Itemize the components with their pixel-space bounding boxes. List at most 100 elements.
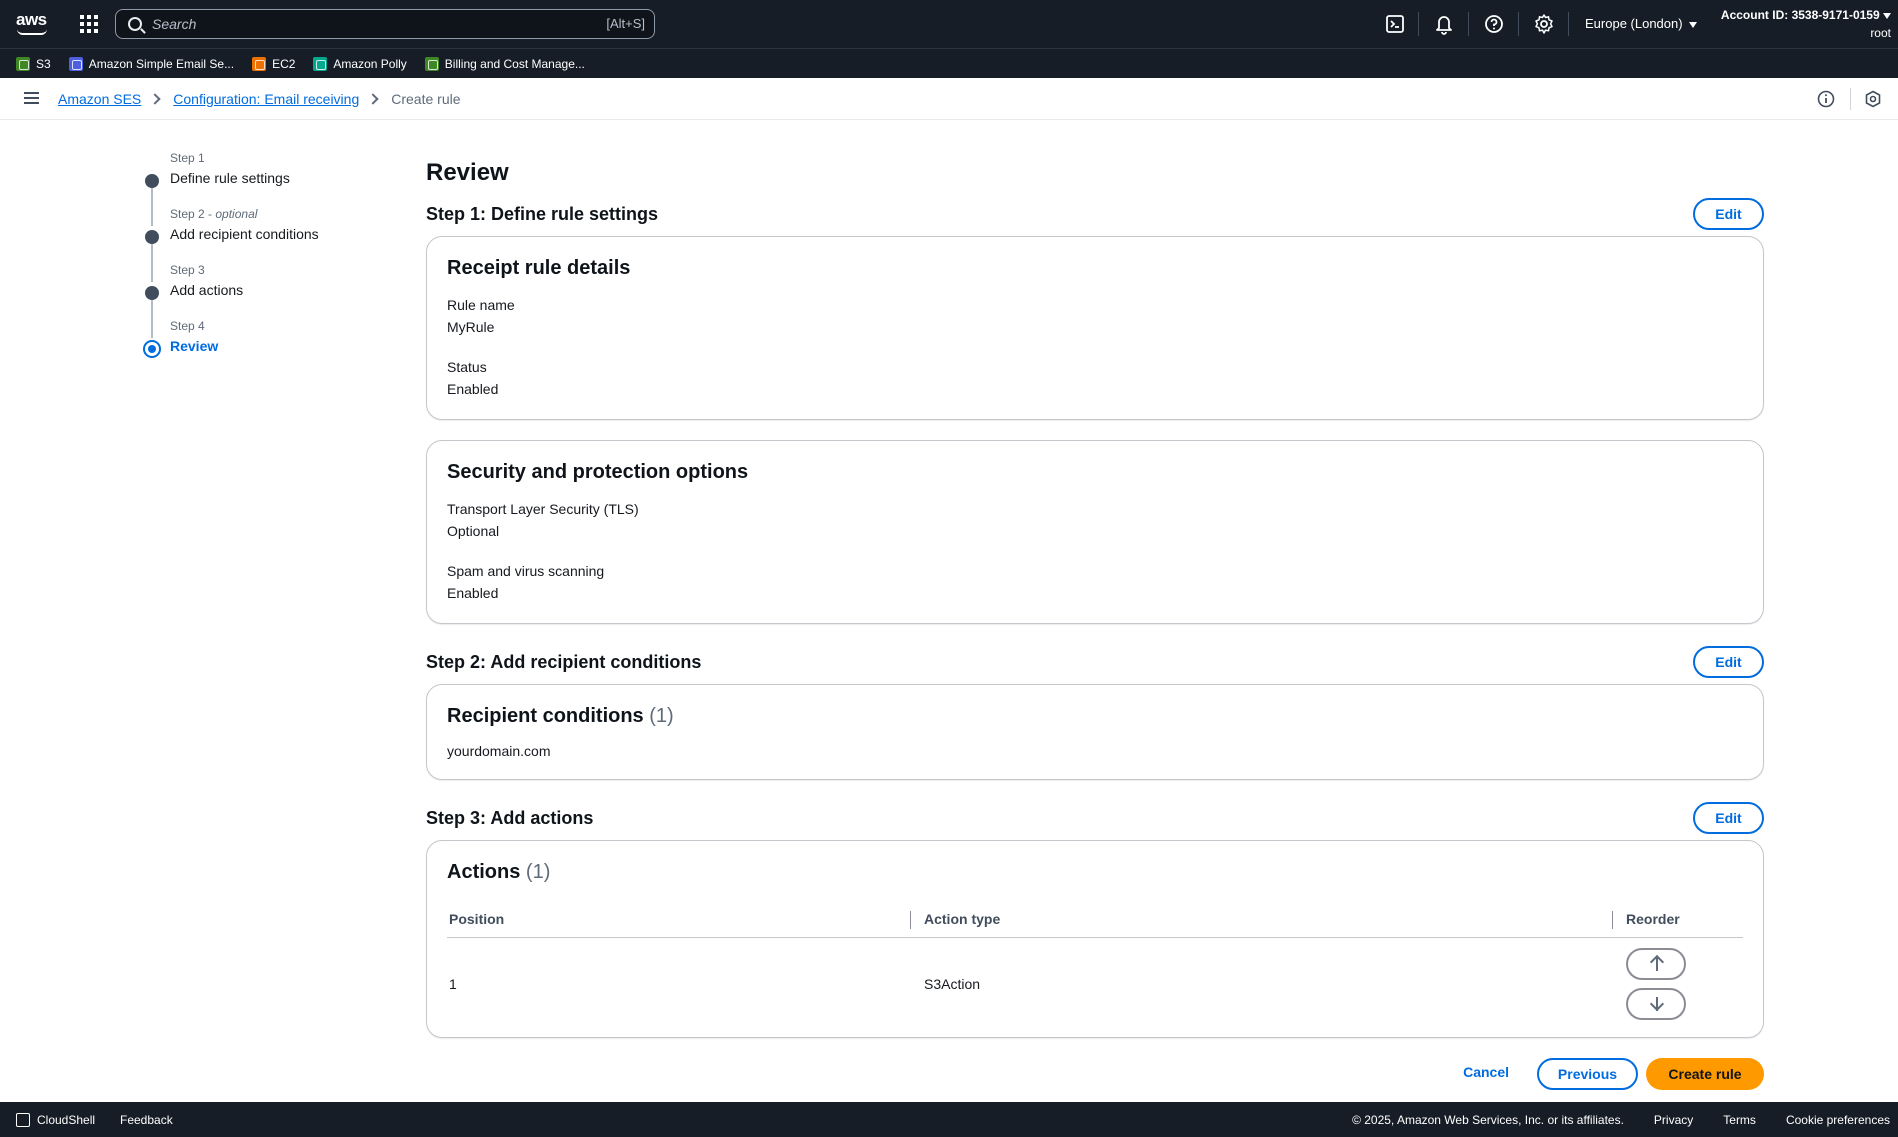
- step-title: Define rule settings: [170, 170, 290, 186]
- account-id: Account ID: 3538-9171-0159: [1720, 8, 1880, 22]
- actions-card: Actions (1) Position Action type Reorder…: [426, 840, 1764, 1038]
- table-row: 1 S3Action: [447, 937, 1743, 1031]
- arrow-down-icon: [1649, 995, 1665, 1013]
- field-value: Enabled: [447, 381, 499, 397]
- field-value: Optional: [447, 523, 500, 539]
- top-navigation: aws [Alt+S] Europe (London) Account ID: …: [0, 0, 1898, 48]
- cell-reorder: [1624, 937, 1743, 1031]
- edit-step-2-button[interactable]: Edit: [1693, 646, 1764, 678]
- help-icon[interactable]: [1482, 12, 1506, 36]
- column-header-reorder: Reorder: [1612, 901, 1743, 938]
- breadcrumb: Amazon SES Configuration: Email receivin…: [58, 91, 461, 107]
- cell-position: 1: [449, 976, 457, 993]
- column-divider: [910, 911, 911, 929]
- breadcrumb-amazon-ses[interactable]: Amazon SES: [58, 91, 141, 107]
- billing-service-icon: [424, 56, 439, 71]
- section-heading: Step 1: Define rule settings: [426, 204, 659, 224]
- card-title: Receipt rule details: [447, 257, 631, 279]
- hamburger-menu-icon[interactable]: [24, 92, 39, 105]
- footer-terms-link[interactable]: Terms: [1723, 1113, 1756, 1127]
- notifications-bell-icon[interactable]: [1432, 12, 1456, 36]
- section-heading: Step 3: Add actions: [426, 808, 594, 828]
- breadcrumb-email-receiving[interactable]: Configuration: Email receiving: [173, 91, 359, 107]
- footer-cloudshell-link[interactable]: CloudShell: [37, 1113, 95, 1127]
- step-number: Step 2 - optional: [170, 207, 258, 221]
- table-header-row: Position Action type Reorder: [447, 901, 1743, 938]
- account-menu[interactable]: Account ID: 3538-9171-0159 root: [1721, 6, 1891, 42]
- actions-table: Position Action type Reorder 1 S3Action: [447, 901, 1743, 1031]
- services-grid-icon[interactable]: [80, 15, 98, 33]
- search-bar[interactable]: [Alt+S]: [115, 9, 655, 39]
- step-title: Add actions: [170, 282, 244, 298]
- region-selector[interactable]: Europe (London): [1585, 16, 1697, 31]
- recipient-condition-value: yourdomain.com: [447, 743, 551, 759]
- search-input[interactable]: [152, 14, 572, 34]
- edit-step-3-button[interactable]: Edit: [1693, 802, 1764, 834]
- recipient-conditions-card: Recipient conditions (1) yourdomain.com: [426, 684, 1764, 780]
- settings-gear-icon[interactable]: [1532, 12, 1556, 36]
- aws-logo[interactable]: aws: [16, 11, 50, 36]
- form-actions: Cancel Previous Create rule: [426, 1058, 1764, 1098]
- card-title: Recipient conditions (1): [447, 703, 1743, 729]
- column-header-label: Reorder: [1626, 910, 1680, 927]
- receipt-rule-details-card: Receipt rule details Rule name MyRule St…: [426, 236, 1764, 420]
- cloudshell-icon[interactable]: [1383, 12, 1407, 36]
- favorite-s3[interactable]: S3: [16, 56, 51, 71]
- info-icon[interactable]: [1817, 90, 1835, 108]
- reorder-buttons: [1626, 948, 1743, 1021]
- favorite-polly[interactable]: Amazon Polly: [313, 56, 407, 71]
- wizard-step-1[interactable]: Step 1 Define rule settings: [140, 150, 390, 226]
- footer: CloudShell Feedback © 2025, Amazon Web S…: [0, 1102, 1898, 1137]
- tutorial-panel-icon[interactable]: [1864, 90, 1882, 108]
- search-shortcut: [Alt+S]: [606, 16, 645, 31]
- wizard-step-2[interactable]: Step 2 - optional Add recipient conditio…: [140, 206, 390, 282]
- caret-down-icon: [1688, 21, 1697, 28]
- card-title-text: Actions: [447, 861, 521, 883]
- step-number: Step 3: [170, 263, 205, 277]
- step-optional-label: optional: [215, 207, 258, 221]
- column-header-action-type: Action type: [910, 901, 1624, 938]
- step-dot-icon: [145, 174, 159, 188]
- favorite-billing[interactable]: Billing and Cost Manage...: [424, 56, 585, 71]
- step-number: Step 1: [170, 151, 205, 165]
- move-down-button[interactable]: [1626, 988, 1686, 1021]
- favorite-label: Amazon Simple Email Se...: [88, 56, 235, 71]
- rule-name-field: Rule name MyRule: [447, 295, 1743, 337]
- polly-service-icon: [313, 56, 328, 71]
- account-user: root: [1870, 26, 1891, 40]
- step-number-text: Step 2: [170, 207, 205, 221]
- favorite-label: S3: [36, 56, 51, 71]
- column-divider: [1612, 911, 1613, 929]
- wizard-step-3[interactable]: Step 3 Add actions: [140, 262, 390, 338]
- footer-copyright: © 2025, Amazon Web Services, Inc. or its…: [1352, 1113, 1624, 1127]
- previous-button[interactable]: Previous: [1537, 1058, 1638, 1090]
- nav-separator: [1468, 12, 1469, 36]
- footer-cookie-preferences-link[interactable]: Cookie preferences: [1786, 1113, 1890, 1127]
- favorite-ec2[interactable]: EC2: [252, 56, 295, 71]
- ses-service-icon: [68, 56, 83, 71]
- step-dot-icon: [145, 286, 159, 300]
- tls-field: Transport Layer Security (TLS) Optional: [447, 499, 1743, 541]
- search-icon: [128, 17, 142, 31]
- section-heading: Step 2: Add recipient conditions: [426, 652, 702, 672]
- card-title-text: Recipient conditions: [447, 705, 644, 727]
- favorite-ses[interactable]: Amazon Simple Email Se...: [68, 56, 235, 71]
- ec2-service-icon: [252, 56, 267, 71]
- move-up-button[interactable]: [1626, 948, 1686, 981]
- wizard-steps: Step 1 Define rule settings Step 2 - opt…: [140, 150, 390, 374]
- footer-feedback-link[interactable]: Feedback: [120, 1113, 173, 1127]
- field-label: Rule name: [447, 297, 515, 313]
- main-content: Review Step 1: Define rule settings Edit…: [426, 158, 1764, 1098]
- breadcrumb-bar: Amazon SES Configuration: Email receivin…: [0, 78, 1898, 120]
- footer-privacy-link[interactable]: Privacy: [1654, 1113, 1693, 1127]
- count-badge: (1): [649, 705, 674, 727]
- step-active-dot-icon: [143, 340, 161, 358]
- edit-step-1-button[interactable]: Edit: [1693, 198, 1764, 230]
- field-value: Enabled: [447, 585, 499, 601]
- field-label: Transport Layer Security (TLS): [447, 501, 639, 517]
- section-step-3-header: Step 3: Add actions Edit: [426, 800, 1764, 840]
- s3-service-icon: [16, 56, 30, 71]
- cancel-button[interactable]: Cancel: [1463, 1064, 1509, 1080]
- create-rule-button[interactable]: Create rule: [1646, 1058, 1764, 1090]
- nav-separator: [1518, 12, 1519, 36]
